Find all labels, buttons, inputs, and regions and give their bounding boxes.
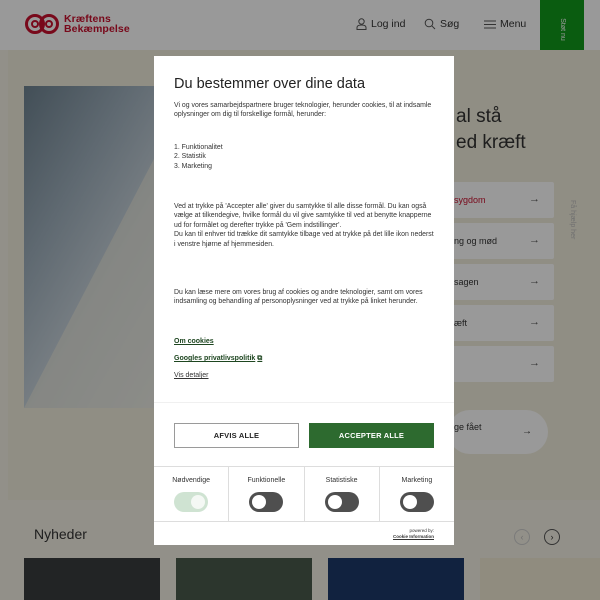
more-info-text: Du kan læse mere om vores brug af cookie… bbox=[174, 289, 423, 306]
external-link-icon: ⧉ bbox=[257, 355, 263, 362]
toggle-necessary: Nødvendige bbox=[154, 467, 230, 521]
marketing-switch[interactable] bbox=[399, 492, 434, 512]
list-item: 3. Marketing bbox=[174, 162, 212, 170]
functional-switch[interactable] bbox=[249, 492, 284, 512]
cookie-information-link[interactable]: Cookie Information bbox=[393, 534, 434, 539]
cookie-consent-dialog: Du bestemmer over dine data Vi og vores … bbox=[154, 56, 454, 545]
about-cookies-link[interactable]: Om cookies bbox=[174, 338, 214, 345]
consent-text: Ved at trykke på 'Accepter alle' giver d… bbox=[174, 203, 434, 248]
google-privacy-link[interactable]: Googles privatlivspolitik ⧉ bbox=[174, 355, 262, 363]
button-area: AFVIS ALLE ACCEPTER ALLE bbox=[154, 402, 454, 466]
intro-text: Vi og vores samarbejdspartnere bruger te… bbox=[174, 102, 432, 119]
purpose-list: 1. Funktionalitet 2. Statistik 3. Market… bbox=[174, 143, 223, 171]
toggle-statistics: Statistiske bbox=[305, 467, 380, 521]
list-item: 1. Funktionalitet bbox=[174, 144, 223, 151]
statistics-switch[interactable] bbox=[324, 492, 359, 512]
powered-by: powered by: Cookie Information bbox=[392, 528, 434, 539]
toggle-functional: Funktionelle bbox=[229, 467, 305, 521]
necessary-switch[interactable] bbox=[174, 492, 209, 512]
consent-toggles: Nødvendige Funktionelle Statistiske Mark… bbox=[154, 466, 454, 522]
dialog-title: Du bestemmer over dine data bbox=[174, 76, 366, 92]
show-details-link[interactable]: Vis detaljer bbox=[174, 372, 209, 379]
accept-all-button[interactable]: ACCEPTER ALLE bbox=[309, 423, 434, 448]
list-item: 2. Statistik bbox=[174, 153, 206, 161]
toggle-marketing: Marketing bbox=[380, 467, 454, 521]
reject-all-button[interactable]: AFVIS ALLE bbox=[174, 423, 299, 448]
